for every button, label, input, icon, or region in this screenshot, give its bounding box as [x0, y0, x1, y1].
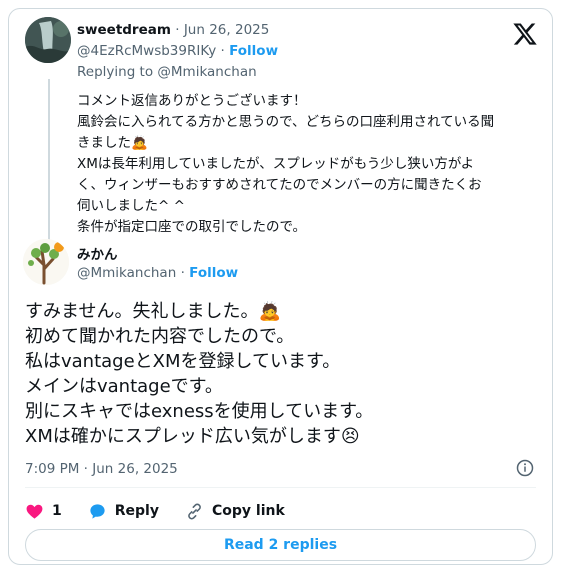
quoted-line: 風鈴会に入られてる方かと思うので、どちらの口座利用されている聞	[77, 114, 495, 130]
quoted-line: コメント返信ありがとうございます！	[77, 93, 307, 109]
link-icon	[188, 503, 201, 519]
quoted-handle-row: @4EzRcMwsb39RIKy · Follow	[77, 43, 278, 59]
tweet-timestamp[interactable]: 7:09 PM · Jun 26, 2025	[25, 461, 178, 477]
heart-icon	[26, 504, 43, 519]
quoted-date[interactable]: Jun 26, 2025	[184, 22, 270, 38]
main-line: 別にスキャではexnessを使用しています。	[25, 401, 374, 422]
main-tweet-text: すみません。失礼しました。🙇 初めて聞かれた内容でしたので。 私はvantage…	[25, 299, 545, 449]
speech-bubble-icon	[90, 503, 105, 519]
action-bar: 1 Reply Copy link	[25, 499, 311, 523]
quoted-line: XMは長年利用していましたが、スプレッドがもう少し狭い方がよ	[77, 156, 475, 172]
separator-dot: ·	[175, 22, 180, 38]
avatar-sweetdream[interactable]	[25, 17, 71, 63]
quoted-handle[interactable]: @4EzRcMwsb39RIKy	[77, 43, 216, 59]
main-display-name[interactable]: みかん	[77, 247, 118, 263]
main-follow-button[interactable]: Follow	[189, 265, 238, 281]
main-header: みかん	[77, 243, 118, 263]
copy-link-button[interactable]: Copy link	[185, 502, 285, 521]
reply-button[interactable]: Reply	[88, 502, 159, 521]
main-line: すみません。失礼しました。🙇	[25, 301, 281, 322]
replying-to-prefix: Replying to	[77, 64, 154, 80]
main-line: 私はvantageとXMを登録しています。	[25, 351, 341, 372]
quoted-line: きました🙇	[77, 135, 148, 151]
quoted-header: sweetdream · Jun 26, 2025	[77, 22, 269, 38]
main-line: XMは確かにスプレッド広い気がします😣	[25, 426, 360, 447]
quoted-line: 条件が指定口座での取引でしたので。	[77, 219, 306, 235]
copy-link-label: Copy link	[211, 503, 285, 519]
quoted-tweet-text: コメント返信ありがとうございます！ 風鈴会に入られてる方かと思うので、どちらの口…	[77, 91, 547, 238]
separator-dot: ·	[220, 43, 225, 59]
read-replies-button[interactable]: Read 2 replies	[25, 529, 536, 561]
waterfall-image	[25, 17, 71, 63]
main-line: 初めて聞かれた内容でしたので。	[25, 326, 295, 347]
main-handle[interactable]: @Mmikanchan	[77, 265, 176, 281]
tree-image	[23, 239, 69, 285]
quoted-follow-button[interactable]: Follow	[229, 43, 278, 59]
replying-to-row: Replying to @Mmikanchan	[77, 64, 257, 80]
quoted-line: く、ウィンザーもおすすめされてたのでメンバーの方に聞きたくお	[77, 177, 482, 193]
avatar-mikan[interactable]	[23, 239, 69, 285]
main-handle-row: @Mmikanchan · Follow	[77, 265, 238, 281]
quoted-display-name[interactable]: sweetdream	[77, 22, 171, 38]
main-line: メインはvantageです。	[25, 376, 223, 397]
like-count: 1	[52, 503, 62, 519]
reply-label: Reply	[114, 503, 159, 519]
info-icon[interactable]	[516, 459, 534, 477]
divider	[25, 487, 536, 488]
tweet-card: sweetdream · Jun 26, 2025 @4EzRcMwsb39RI…	[8, 8, 553, 565]
replying-to-handle[interactable]: @Mmikanchan	[157, 64, 256, 80]
x-logo-icon[interactable]	[512, 21, 538, 47]
quoted-line: 伺いしました^ ^	[77, 198, 185, 214]
like-button[interactable]: 1	[25, 502, 62, 521]
separator-dot: ·	[180, 265, 185, 281]
thread-connector	[48, 79, 50, 244]
